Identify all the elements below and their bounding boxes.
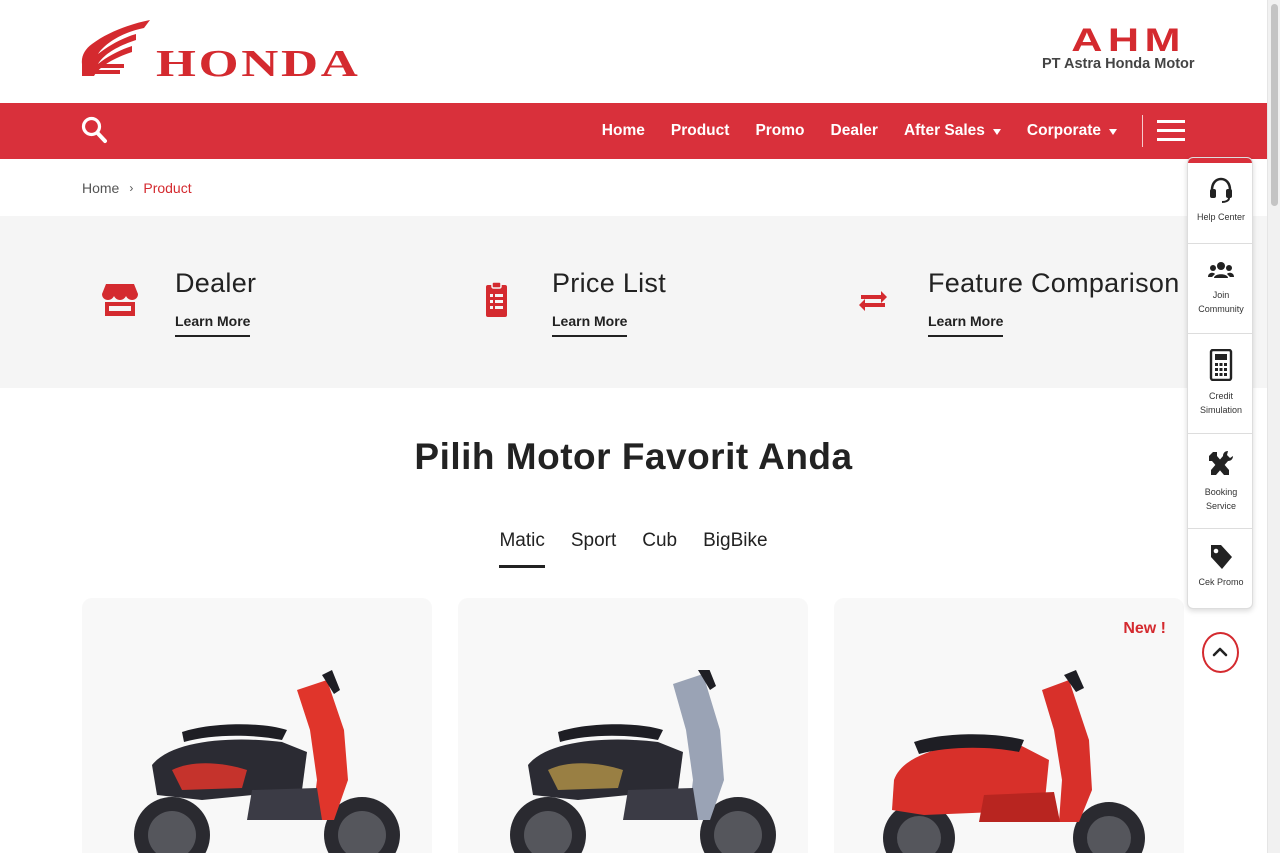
nav-home[interactable]: Home [589, 122, 658, 140]
scrollbar-thumb[interactable] [1271, 4, 1278, 206]
join-community-button[interactable]: Join Community [1188, 244, 1252, 334]
section-title: Pilih Motor Favorit Anda [414, 436, 853, 477]
feature-title: Dealer [175, 268, 257, 298]
nav-promo[interactable]: Promo [742, 122, 817, 140]
scooter-image [510, 670, 776, 853]
side-label: Join Community [1198, 290, 1244, 314]
scroll-to-top-button[interactable] [1202, 632, 1239, 673]
headset-icon [1210, 177, 1232, 203]
breadcrumb: Home › Product [82, 180, 192, 196]
feature-title: Price List [552, 268, 667, 298]
ahm-logo[interactable]: AHM PT Astra Honda Motor [1040, 22, 1195, 76]
breadcrumb-separator: › [129, 181, 134, 195]
category-tabs: Matic Sport Cub BigBike [0, 530, 1267, 568]
main-navbar: Home Product Promo Dealer After Sales Co… [0, 103, 1267, 159]
nav-after-sales-label: After Sales [903, 122, 985, 139]
store-icon [102, 284, 138, 316]
nav-after-sales[interactable]: After Sales [891, 122, 1014, 140]
nav-promo-label: Promo [755, 122, 805, 139]
honda-logo[interactable]: HONDA [80, 18, 372, 85]
caret-down-icon [1109, 128, 1117, 135]
cek-promo-button[interactable]: Cek Promo [1188, 529, 1252, 608]
ahm-subtitle: PT Astra Honda Motor [1042, 56, 1195, 72]
learn-more-link[interactable]: Learn More [175, 313, 251, 337]
clipboard-list-icon [486, 281, 507, 317]
ahm-mark: AHM [1071, 22, 1186, 58]
side-label: Cek Promo [1198, 577, 1244, 587]
learn-more-link[interactable]: Learn More [552, 313, 628, 337]
search-icon[interactable] [80, 115, 108, 145]
page-scrollbar[interactable] [1267, 0, 1280, 853]
nav-links: Home Product Promo Dealer After Sales Co… [589, 103, 1267, 159]
nav-dealer[interactable]: Dealer [818, 122, 891, 140]
nav-corporate[interactable]: Corporate [1014, 122, 1130, 140]
side-label: Credit Simulation [1199, 391, 1243, 415]
honda-wing-icon [81, 20, 150, 76]
feature-strip: Dealer Learn More Price List Learn More … [0, 216, 1267, 388]
tab-bigbike[interactable]: BigBike [703, 530, 767, 568]
product-card[interactable] [82, 598, 432, 853]
feature-dealer: Dealer Learn More [0, 216, 420, 388]
scooter-image [883, 670, 1145, 853]
tag-icon [1211, 545, 1232, 569]
booking-service-button[interactable]: Booking Service [1188, 434, 1252, 529]
side-label: Booking Service [1204, 487, 1238, 511]
feature-price-list: Price List Learn More [420, 216, 840, 388]
nav-product[interactable]: Product [658, 122, 743, 140]
quick-access-panel: Help Center Join Community Credit Simula… [1187, 157, 1253, 609]
nav-product-label: Product [670, 122, 730, 139]
breadcrumb-home[interactable]: Home [82, 180, 119, 196]
tools-icon [1209, 451, 1233, 475]
credit-simulation-button[interactable]: Credit Simulation [1188, 334, 1252, 434]
honda-wordmark: HONDA [156, 43, 361, 85]
nav-dealer-label: Dealer [830, 122, 878, 139]
help-center-button[interactable]: Help Center [1188, 158, 1252, 244]
exchange-icon [859, 291, 887, 311]
product-card[interactable] [458, 598, 808, 853]
product-card[interactable]: New ! [834, 598, 1184, 853]
nav-divider [1142, 115, 1143, 147]
hamburger-icon[interactable] [1157, 120, 1185, 142]
scooter-image [134, 670, 400, 853]
learn-more-link[interactable]: Learn More [928, 313, 1004, 337]
side-label: Help Center [1196, 212, 1246, 222]
breadcrumb-current[interactable]: Product [143, 180, 191, 196]
calculator-icon [1209, 349, 1233, 381]
nav-corporate-label: Corporate [1026, 122, 1101, 139]
page: HONDA AHM PT Astra Honda Motor Home Prod… [0, 0, 1280, 853]
nav-home-label: Home [601, 122, 645, 139]
tab-sport[interactable]: Sport [571, 530, 616, 568]
top-header: HONDA AHM PT Astra Honda Motor [0, 0, 1267, 103]
chevron-up-icon [1212, 647, 1228, 657]
caret-down-icon [992, 128, 1001, 135]
tab-matic[interactable]: Matic [499, 530, 545, 568]
tab-cub[interactable]: Cub [642, 530, 677, 568]
new-badge: New ! [1123, 620, 1166, 637]
users-icon [1208, 262, 1234, 278]
feature-title: Feature Comparison [928, 268, 1180, 298]
